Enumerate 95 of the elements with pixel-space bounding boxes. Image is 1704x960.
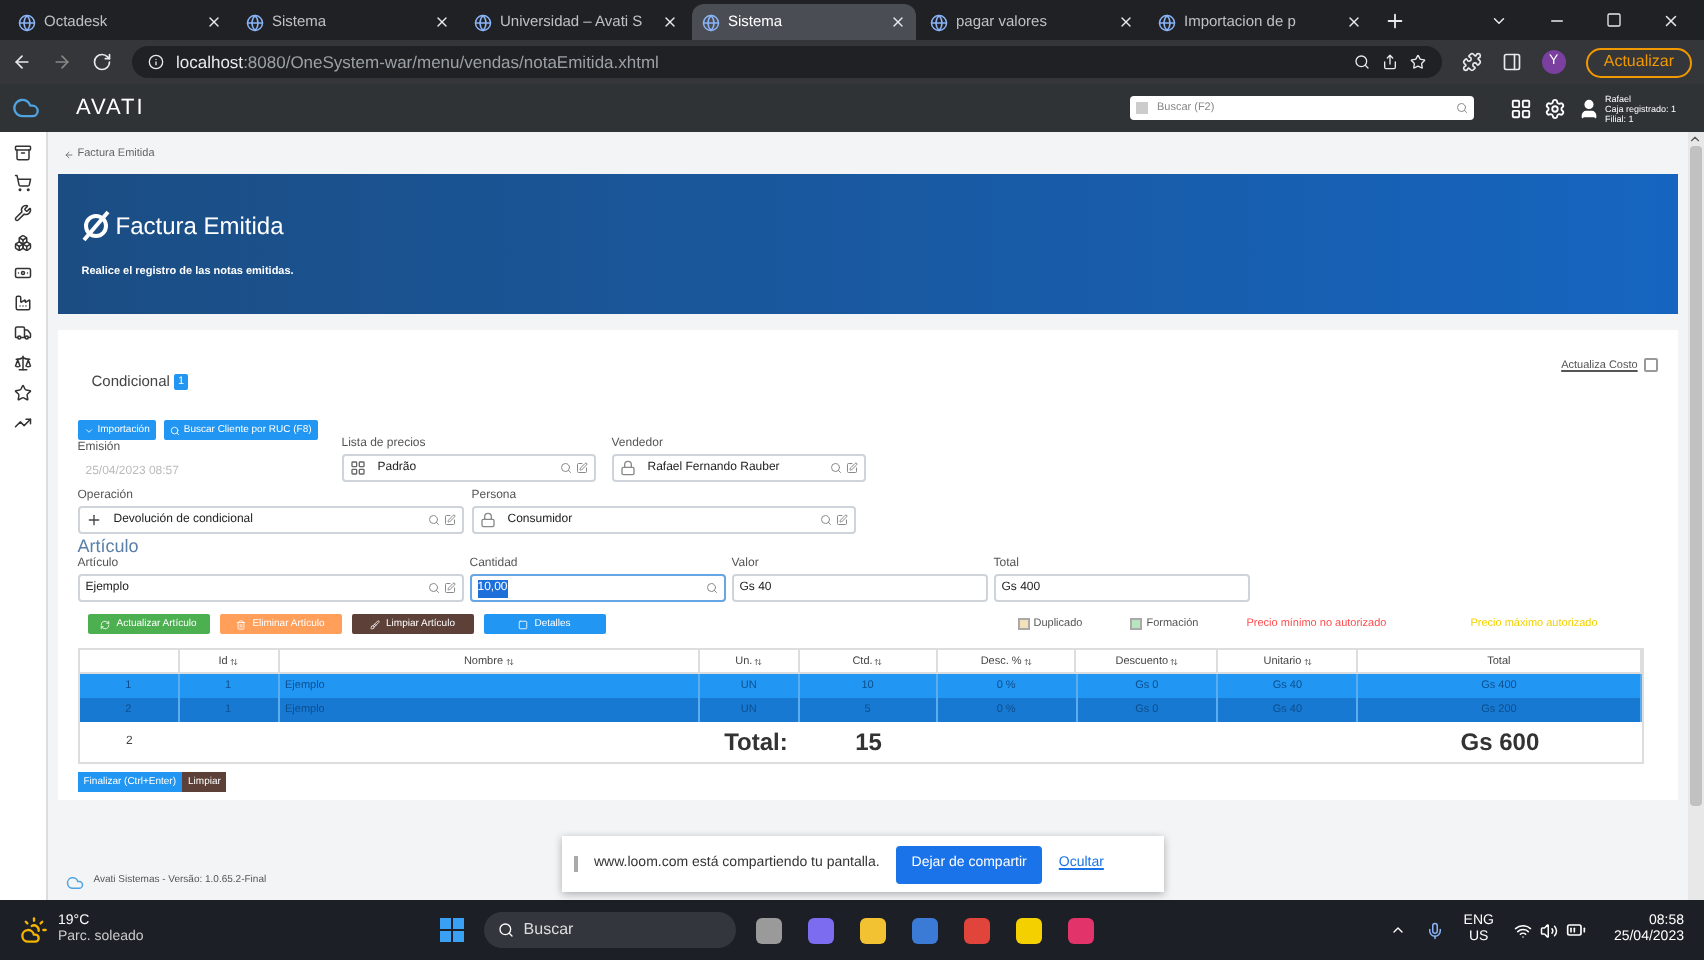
battery-icon[interactable]	[1565, 920, 1586, 940]
sidebar-menu-icon[interactable]	[13, 174, 32, 192]
maximize-icon[interactable]	[1606, 12, 1622, 28]
search-icon[interactable]	[427, 582, 440, 595]
microphone-icon[interactable]	[1425, 921, 1444, 939]
tab-favicon-icon	[18, 13, 36, 31]
tab-favicon-icon	[702, 13, 720, 31]
sidebar-menu-icon[interactable]	[13, 354, 32, 372]
square-icon	[518, 619, 529, 630]
section-title: Artículo	[77, 538, 141, 557]
side-panel-icon[interactable]	[1501, 52, 1522, 72]
update-button[interactable]: Actualizar	[1585, 47, 1692, 77]
total-label: Total:	[722, 726, 790, 761]
volume-icon[interactable]	[1539, 921, 1558, 939]
extensions-icon[interactable]	[1461, 52, 1482, 72]
sort-icon	[1303, 657, 1312, 666]
sidebar-menu-icon[interactable]	[13, 144, 32, 162]
edit-icon[interactable]	[443, 582, 456, 595]
close-icon[interactable]	[1662, 12, 1680, 30]
lock-icon	[479, 512, 496, 529]
forward-icon[interactable]	[52, 52, 72, 72]
banner-title: Factura Emitida	[115, 209, 284, 244]
tab-list-icon[interactable]	[1490, 12, 1508, 30]
grid-icon	[349, 460, 366, 477]
scrollbar-thumb[interactable]	[1689, 146, 1702, 806]
search-icon	[169, 425, 180, 436]
tray-expand-icon[interactable]	[1389, 922, 1406, 938]
search-icon[interactable]	[829, 462, 842, 475]
total-amount: Gs 600	[1458, 726, 1542, 761]
url-text: localhost:8080/OneSystem-war/menu/vendas/notaEmitida.xhtml	[176, 49, 661, 75]
wifi-icon[interactable]	[1513, 921, 1532, 939]
reload-icon[interactable]	[92, 52, 112, 72]
checkbox[interactable]	[1643, 358, 1658, 372]
search-icon	[1456, 102, 1469, 114]
close-icon[interactable]	[1118, 14, 1134, 30]
close-icon[interactable]	[662, 14, 678, 30]
search-icon[interactable]	[819, 514, 832, 527]
search-icon[interactable]	[427, 514, 440, 527]
address-bar[interactable]: localhost:8080/OneSystem-war/menu/vendas/notaEmitida.xhtml	[132, 46, 1442, 78]
close-icon[interactable]	[890, 14, 906, 30]
edit-icon[interactable]	[835, 514, 848, 527]
edit-icon[interactable]	[575, 462, 588, 475]
search-icon	[497, 922, 514, 938]
sort-icon	[874, 657, 883, 666]
sort-icon	[1170, 657, 1179, 666]
tab-favicon-icon	[1158, 13, 1176, 31]
back-arrow-icon[interactable]	[63, 150, 74, 160]
settings-icon[interactable]	[1544, 97, 1567, 119]
edit-icon[interactable]	[443, 514, 456, 527]
sidebar-menu-icon[interactable]	[13, 384, 32, 402]
close-icon[interactable]	[206, 14, 222, 30]
lock-icon	[619, 460, 636, 477]
plus-icon	[85, 512, 102, 529]
app-logo: AVATI	[76, 93, 145, 124]
taskbar-app-icon[interactable]	[1015, 917, 1042, 943]
tab-favicon-icon	[246, 13, 264, 31]
back-icon[interactable]	[12, 52, 32, 72]
start-icon[interactable]	[439, 918, 464, 942]
sidebar-menu-icon[interactable]	[13, 204, 32, 222]
close-icon[interactable]	[1346, 14, 1362, 30]
scroll-up-icon[interactable]	[1688, 132, 1703, 146]
logo-icon	[81, 209, 110, 242]
search-icon[interactable]	[559, 462, 572, 475]
sort-icon	[505, 657, 513, 666]
sidebar-menu-icon[interactable]	[13, 264, 32, 282]
sidebar-menu-icon[interactable]	[13, 234, 32, 252]
taskbar-app-icon[interactable]	[859, 917, 886, 943]
weather-icon[interactable]	[20, 916, 48, 944]
trash-icon	[236, 619, 247, 630]
user-icon[interactable]	[1578, 97, 1601, 119]
close-icon[interactable]	[434, 14, 450, 30]
taskbar-search[interactable]: Buscar	[483, 912, 736, 948]
caret-icon	[83, 425, 94, 436]
grid-icon[interactable]	[1510, 97, 1533, 119]
total-quantity: 15	[853, 726, 884, 761]
taskbar-app-icon[interactable]	[755, 917, 782, 943]
tab-favicon-icon	[474, 13, 492, 31]
sort-icon	[229, 657, 238, 666]
brush-icon	[370, 619, 381, 630]
sidebar-menu-icon[interactable]	[13, 324, 32, 342]
sidebar-menu-icon[interactable]	[13, 294, 32, 312]
tab-favicon-icon	[930, 13, 948, 31]
cloud-logo-icon	[8, 94, 44, 122]
search-icon	[705, 582, 718, 595]
cloud-logo-icon	[63, 873, 86, 891]
edit-icon[interactable]	[845, 462, 858, 475]
share-icon[interactable]	[1381, 54, 1398, 70]
sort-icon	[1023, 657, 1032, 666]
zoom-icon[interactable]	[1353, 54, 1370, 70]
sort-icon	[754, 657, 763, 666]
new-tab-icon[interactable]	[1384, 10, 1406, 32]
bookmark-icon[interactable]	[1409, 54, 1426, 70]
info-icon	[148, 54, 164, 70]
sidebar-menu-icon[interactable]	[13, 414, 32, 432]
refresh-icon	[100, 619, 111, 630]
